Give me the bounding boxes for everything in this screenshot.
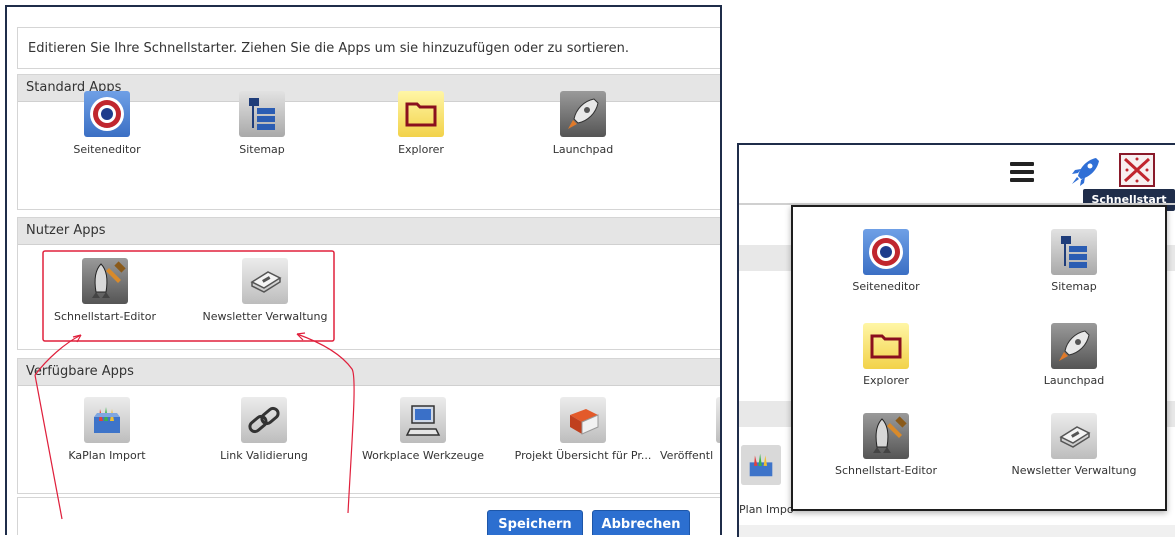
launcher-app-newsletter-verwaltung[interactable]: Newsletter Verwaltung [989, 413, 1159, 477]
rocket-icon [1051, 323, 1097, 369]
schnellstart-popup: Seiteneditor Sitemap Explorer Launchpad … [791, 205, 1167, 511]
app-label: Explorer [863, 374, 909, 387]
app-label: Schnellstart-Editor [835, 464, 937, 477]
target-icon [863, 229, 909, 275]
launcher-app-schnellstart-editor[interactable]: Schnellstart-Editor [801, 413, 971, 477]
app-label: Launchpad [1043, 374, 1105, 387]
launcher-app-explorer[interactable]: Explorer [801, 323, 971, 387]
app-label: Seiteneditor [852, 280, 920, 293]
background-footer [739, 525, 1175, 537]
rocket-hammer-icon [863, 413, 909, 459]
schnellstart-rocket-icon[interactable] [1069, 155, 1101, 187]
annotation-overlay [34, 250, 355, 520]
launcher-app-seiteneditor[interactable]: Seiteneditor [801, 229, 971, 293]
newsletter-icon [1051, 413, 1097, 459]
background-app-label: Plan Impo [739, 503, 794, 516]
hamburger-menu-icon[interactable] [1009, 159, 1035, 185]
background-import-icon [741, 445, 787, 485]
sitemap-icon [1051, 229, 1097, 275]
schnellstart-launcher-panel: Schnellstart Plan Impo Seiteneditor Site… [737, 143, 1175, 537]
launcher-app-sitemap[interactable]: Sitemap [989, 229, 1159, 293]
launcher-app-launchpad[interactable]: Launchpad [989, 323, 1159, 387]
schnellstart-editor-panel: Editieren Sie Ihre Schnellstarter. Ziehe… [5, 5, 722, 535]
close-launcher-icon[interactable] [1119, 153, 1155, 187]
folder-icon [863, 323, 909, 369]
app-label: Sitemap [1051, 280, 1097, 293]
app-label: Newsletter Verwaltung [1011, 464, 1137, 477]
